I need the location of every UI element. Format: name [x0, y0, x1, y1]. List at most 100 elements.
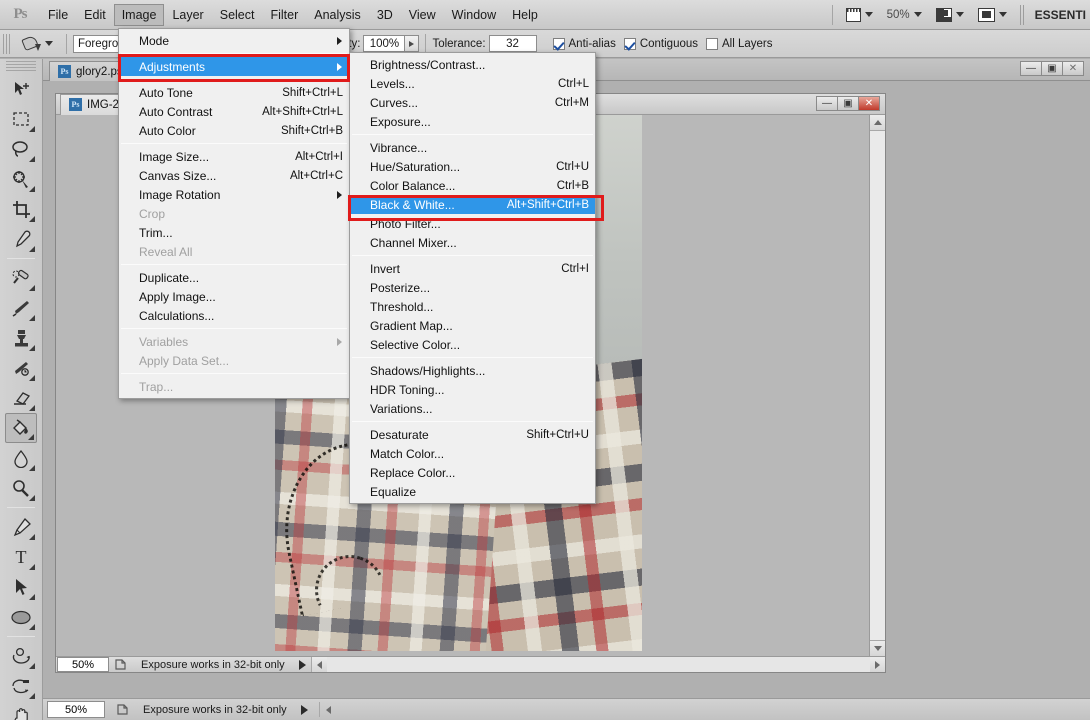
tolerance-value[interactable]: 32 [488, 35, 537, 52]
menu-item-adjustments[interactable]: Adjustments [119, 57, 349, 76]
menu-item-mode[interactable]: Mode [119, 31, 349, 50]
menu-item-color-balance[interactable]: Color Balance... Ctrl+B [350, 176, 595, 195]
scroll-up-button[interactable] [870, 115, 885, 131]
screen-mode-button[interactable] [839, 7, 880, 22]
menu-item-vibrance[interactable]: Vibrance... [350, 138, 595, 157]
scroll-left-button[interactable] [311, 657, 327, 672]
path-selection-tool[interactable] [5, 572, 37, 602]
menu-item-auto-contrast[interactable]: Auto Contrast Alt+Shift+Ctrl+L [119, 102, 349, 121]
menu-analysis[interactable]: Analysis [306, 4, 369, 26]
menu-item-apply-image[interactable]: Apply Image... [119, 287, 349, 306]
tools-panel-grip[interactable] [6, 61, 36, 73]
zoom-level-display[interactable]: 50% [880, 9, 929, 21]
menu-filter[interactable]: Filter [262, 4, 306, 26]
contiguous-checkbox[interactable]: Contiguous [623, 37, 698, 50]
menu-item-levels[interactable]: Levels... Ctrl+L [350, 74, 595, 93]
opacity-value[interactable]: 100% [363, 35, 406, 52]
dodge-tool[interactable] [5, 473, 37, 503]
document-zoom-value[interactable]: 50% [57, 657, 109, 672]
menu-item-canvas-size[interactable]: Canvas Size... Alt+Ctrl+C [119, 166, 349, 185]
menu-item-replace-color[interactable]: Replace Color... [350, 463, 595, 482]
menu-view[interactable]: View [401, 4, 444, 26]
brush-tool[interactable] [5, 293, 37, 323]
quick-selection-tool[interactable] [5, 164, 37, 194]
workspace-essentials-label[interactable]: ESSENTI [1035, 8, 1090, 22]
menu-item-exposure[interactable]: Exposure... [350, 112, 595, 131]
app-status-expand-button[interactable] [297, 702, 313, 717]
move-tool[interactable] [5, 74, 37, 104]
app-info-icon[interactable] [111, 702, 133, 717]
menu-item-variations[interactable]: Variations... [350, 399, 595, 418]
scroll-down-button[interactable] [870, 640, 885, 656]
canvas-horizontal-scrollbar[interactable] [310, 657, 885, 672]
menu-item-channel-mixer[interactable]: Channel Mixer... [350, 233, 595, 252]
hand-tool[interactable] [5, 701, 37, 720]
menu-item-auto-color[interactable]: Auto Color Shift+Ctrl+B [119, 121, 349, 140]
menu-item-curves[interactable]: Curves... Ctrl+M [350, 93, 595, 112]
menu-item-shadows-highlights[interactable]: Shadows/Highlights... [350, 361, 595, 380]
menu-window[interactable]: Window [444, 4, 504, 26]
restore-button[interactable]: ▣ [837, 96, 859, 111]
screen-mode-toggle-button[interactable] [971, 7, 1014, 22]
menu-item-desaturate[interactable]: Desaturate Shift+Ctrl+U [350, 425, 595, 444]
ellipse-shape-tool[interactable] [5, 602, 37, 632]
menu-item-invert[interactable]: Invert Ctrl+I [350, 259, 595, 278]
3d-object-rotate-tool[interactable] [5, 641, 37, 671]
arrange-documents-button[interactable] [929, 7, 971, 22]
clone-stamp-tool[interactable] [5, 323, 37, 353]
canvas-vertical-scrollbar[interactable] [869, 115, 885, 656]
menu-item-trim[interactable]: Trim... [119, 223, 349, 242]
menu-item-posterize[interactable]: Posterize... [350, 278, 595, 297]
eyedropper-tool[interactable] [5, 224, 37, 254]
menu-item-brightness-contrast[interactable]: Brightness/Contrast... [350, 55, 595, 74]
menu-item-image-size[interactable]: Image Size... Alt+Ctrl+I [119, 147, 349, 166]
rectangular-marquee-tool[interactable] [5, 104, 37, 134]
lasso-tool[interactable] [5, 134, 37, 164]
minimize-button[interactable]: — [816, 96, 838, 111]
blur-tool[interactable] [5, 443, 37, 473]
menu-item-photo-filter[interactable]: Photo Filter... [350, 214, 595, 233]
menu-item-calculations[interactable]: Calculations... [119, 306, 349, 325]
menu-file[interactable]: File [40, 4, 76, 26]
horizontal-type-tool[interactable]: T [5, 542, 37, 572]
menu-select[interactable]: Select [212, 4, 263, 26]
restore-button[interactable]: ▣ [1041, 61, 1063, 76]
menu-item-equalize[interactable]: Equalize [350, 482, 595, 501]
scroll-right-button[interactable] [870, 657, 885, 672]
document-info-icon[interactable] [109, 657, 131, 672]
all-layers-checkbox[interactable]: All Layers [706, 37, 773, 50]
menu-image[interactable]: Image [113, 3, 165, 26]
menu-layer[interactable]: Layer [164, 4, 211, 26]
opacity-spinner[interactable] [405, 35, 420, 52]
tool-preset-picker[interactable] [14, 35, 60, 52]
menu-3d[interactable]: 3D [369, 4, 401, 26]
history-brush-tool[interactable] [5, 353, 37, 383]
menu-help[interactable]: Help [504, 4, 546, 26]
menu-item-duplicate[interactable]: Duplicate... [119, 268, 349, 287]
eraser-tool[interactable] [5, 383, 37, 413]
crop-tool[interactable] [5, 194, 37, 224]
menu-item-match-color[interactable]: Match Color... [350, 444, 595, 463]
menu-item-gradient-map[interactable]: Gradient Map... [350, 316, 595, 335]
adjustments-submenu-dropdown[interactable]: Brightness/Contrast... Levels... Ctrl+L Cur… [349, 52, 596, 504]
app-zoom-value[interactable]: 50% [47, 701, 105, 718]
menu-item-auto-tone[interactable]: Auto Tone Shift+Ctrl+L [119, 83, 349, 102]
menu-item-black-white[interactable]: Black & White... Alt+Shift+Ctrl+B [350, 195, 595, 214]
menu-item-threshold[interactable]: Threshold... [350, 297, 595, 316]
menu-item-hue-saturation[interactable]: Hue/Saturation... Ctrl+U [350, 157, 595, 176]
menu-item-selective-color[interactable]: Selective Color... [350, 335, 595, 354]
close-button[interactable]: ✕ [858, 96, 880, 111]
spot-healing-brush-tool[interactable] [5, 263, 37, 293]
anti-alias-checkbox[interactable]: Anti-alias [552, 37, 616, 50]
minimize-button[interactable]: — [1020, 61, 1042, 76]
3d-camera-rotate-tool[interactable] [5, 671, 37, 701]
menu-item-hdr-toning[interactable]: HDR Toning... [350, 380, 595, 399]
app-scroll-left-icon[interactable] [325, 705, 331, 714]
paint-bucket-tool[interactable] [5, 413, 37, 443]
pen-tool[interactable] [5, 512, 37, 542]
menu-item-image-rotation[interactable]: Image Rotation [119, 185, 349, 204]
options-bar-grip[interactable] [3, 33, 10, 54]
status-expand-button[interactable] [295, 657, 311, 672]
menu-edit[interactable]: Edit [76, 4, 114, 26]
close-button[interactable]: ✕ [1062, 61, 1084, 76]
